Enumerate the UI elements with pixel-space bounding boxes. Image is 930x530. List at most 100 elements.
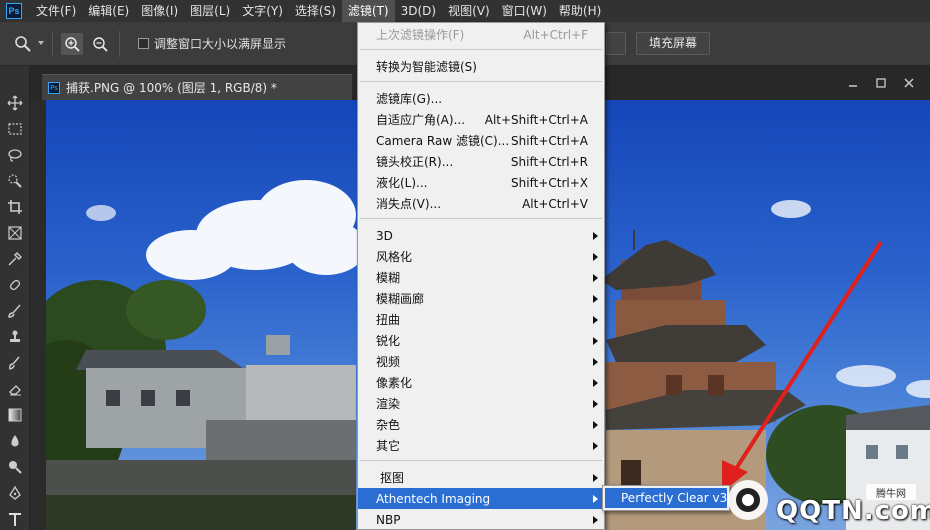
menu-item-adaptive-wide-angle[interactable]: 自适应广角(A)... Alt+Shift+Ctrl+A [358, 109, 604, 130]
healing-brush-tool-icon[interactable] [0, 272, 30, 298]
submenu-arrow-icon [593, 294, 598, 303]
watermark-site-text: QQTN.com [776, 496, 930, 526]
clone-stamp-tool-icon[interactable] [0, 324, 30, 350]
menu-item-blur[interactable]: 模糊 [358, 267, 604, 288]
menu-item-sharpen[interactable]: 锐化 [358, 330, 604, 351]
menu-layer[interactable]: 图层(L) [184, 0, 236, 22]
menu-item-label: 3D [376, 228, 393, 243]
menu-item-3d[interactable]: 3D [358, 225, 604, 246]
menu-item-convert-smart-filter[interactable]: 转换为智能滤镜(S) [358, 56, 604, 77]
menu-item-label: 消失点(V)... [376, 197, 442, 211]
menu-item-vanishing-point[interactable]: 消失点(V)... Alt+Ctrl+V [358, 193, 604, 214]
submenu-arrow-icon [593, 273, 598, 282]
minimize-icon[interactable] [844, 74, 862, 92]
menu-item-label: 其它 [376, 439, 401, 453]
submenu-arrow-icon [593, 399, 598, 408]
photoshop-logo-icon[interactable]: Ps [6, 3, 22, 19]
menu-3d[interactable]: 3D(D) [395, 0, 442, 22]
menu-item-other[interactable]: 其它 [358, 435, 604, 456]
submenu-item-perfectly-clear[interactable]: Perfectly Clear v3 [605, 488, 727, 508]
zoom-in-icon[interactable] [61, 32, 83, 55]
menu-file[interactable]: 文件(F) [30, 0, 82, 22]
menu-item-label: 模糊画廊 [376, 292, 425, 306]
zoom-tool-icon[interactable] [12, 33, 34, 55]
menu-item-distort[interactable]: 扭曲 [358, 309, 604, 330]
eyedropper-tool-icon[interactable] [0, 246, 30, 272]
lasso-tool-icon[interactable] [0, 142, 30, 168]
submenu-arrow-icon [593, 494, 598, 503]
menu-filter[interactable]: 滤镜(T) [341, 0, 395, 22]
menu-item-label: 视频 [376, 355, 401, 369]
menu-type[interactable]: 文字(Y) [236, 0, 289, 22]
menu-item-label: NBP [376, 512, 401, 527]
menu-item-label: 抠图 [380, 471, 405, 485]
filter-menu: 上次滤镜操作(F) Alt+Ctrl+F 转换为智能滤镜(S) 滤镜库(G)..… [357, 22, 605, 530]
type-tool-icon[interactable] [0, 506, 30, 530]
menu-item-label: 渲染 [376, 397, 401, 411]
menu-item-render[interactable]: 渲染 [358, 393, 604, 414]
menu-item-nbp[interactable]: NBP [358, 509, 604, 530]
quick-selection-tool-icon[interactable] [0, 168, 30, 194]
marquee-tool-icon[interactable] [0, 116, 30, 142]
fit-screen-button[interactable] [606, 32, 626, 55]
checkbox-box[interactable] [138, 38, 149, 49]
dodge-tool-icon[interactable] [0, 454, 30, 480]
close-icon[interactable] [900, 74, 918, 92]
menu-item-label: 转换为智能滤镜(S) [376, 60, 477, 74]
menu-item-shortcut: Shift+Ctrl+R [510, 154, 588, 169]
brush-tool-icon[interactable] [0, 298, 30, 324]
menu-item-label: 模糊 [376, 271, 401, 285]
crop-tool-icon[interactable] [0, 194, 30, 220]
menu-item-label: 扭曲 [376, 313, 401, 327]
menu-edit[interactable]: 编辑(E) [82, 0, 135, 22]
eraser-tool-icon[interactable] [0, 376, 30, 402]
maximize-icon[interactable] [872, 74, 890, 92]
submenu-arrow-icon [593, 336, 598, 345]
menu-separator [360, 460, 602, 461]
submenu-arrow-icon [593, 231, 598, 240]
menu-item-blur-gallery[interactable]: 模糊画廊 [358, 288, 604, 309]
menu-item-pixelate[interactable]: 像素化 [358, 372, 604, 393]
menu-item-filter-gallery[interactable]: 滤镜库(G)... [358, 88, 604, 109]
menu-item-cutout[interactable]: 抠图 [358, 467, 604, 488]
resize-windows-checkbox[interactable]: 调整窗口大小以满屏显示 [138, 35, 286, 52]
tool-preset-chevron-down-icon[interactable] [38, 40, 44, 47]
document-tab[interactable]: Ps 捕获.PNG @ 100% (图层 1, RGB/8) * [42, 74, 352, 100]
menu-item-camera-raw[interactable]: Camera Raw 滤镜(C)... Shift+Ctrl+A [358, 130, 604, 151]
frame-tool-icon[interactable] [0, 220, 30, 246]
menu-item-liquify[interactable]: 液化(L)... Shift+Ctrl+X [358, 172, 604, 193]
history-brush-tool-icon[interactable] [0, 350, 30, 376]
submenu-arrow-icon [593, 441, 598, 450]
gradient-tool-icon[interactable] [0, 402, 30, 428]
menu-view[interactable]: 视图(V) [442, 0, 496, 22]
menu-item-label: 滤镜库(G)... [376, 92, 443, 106]
blur-tool-icon[interactable] [0, 428, 30, 454]
menu-item-stylize[interactable]: 风格化 [358, 246, 604, 267]
menu-help[interactable]: 帮助(H) [553, 0, 607, 22]
menu-item-label: 像素化 [376, 376, 413, 390]
menu-separator [360, 49, 602, 50]
menu-item-lens-correction[interactable]: 镜头校正(R)... Shift+Ctrl+R [358, 151, 604, 172]
menu-separator [360, 81, 602, 82]
move-tool-icon[interactable] [0, 90, 30, 116]
menu-item-label: 风格化 [376, 250, 413, 264]
menu-item-label: 杂色 [376, 418, 401, 432]
submenu-arrow-icon [593, 315, 598, 324]
menu-item-video[interactable]: 视频 [358, 351, 604, 372]
menu-item-noise[interactable]: 杂色 [358, 414, 604, 435]
menu-item-shortcut: Shift+Ctrl+A [511, 133, 588, 148]
menu-window[interactable]: 窗口(W) [496, 0, 553, 22]
tools-panel [0, 66, 30, 530]
menu-item-shortcut: Alt+Shift+Ctrl+A [484, 112, 588, 127]
menu-item-athentech-imaging[interactable]: Athentech Imaging [358, 488, 604, 509]
document-title: 捕获.PNG @ 100% (图层 1, RGB/8) * [66, 81, 277, 95]
menu-image[interactable]: 图像(I) [135, 0, 184, 22]
menu-item-label: 自适应广角(A)... [376, 113, 466, 127]
menu-item-last-filter[interactable]: 上次滤镜操作(F) Alt+Ctrl+F [358, 24, 604, 45]
submenu-arrow-icon [593, 515, 598, 524]
menu-item-shortcut: Shift+Ctrl+X [511, 175, 588, 190]
pen-tool-icon[interactable] [0, 480, 30, 506]
menu-select[interactable]: 选择(S) [289, 0, 342, 22]
zoom-out-icon[interactable] [89, 33, 111, 55]
fill-screen-button[interactable]: 填充屏幕 [636, 32, 711, 55]
